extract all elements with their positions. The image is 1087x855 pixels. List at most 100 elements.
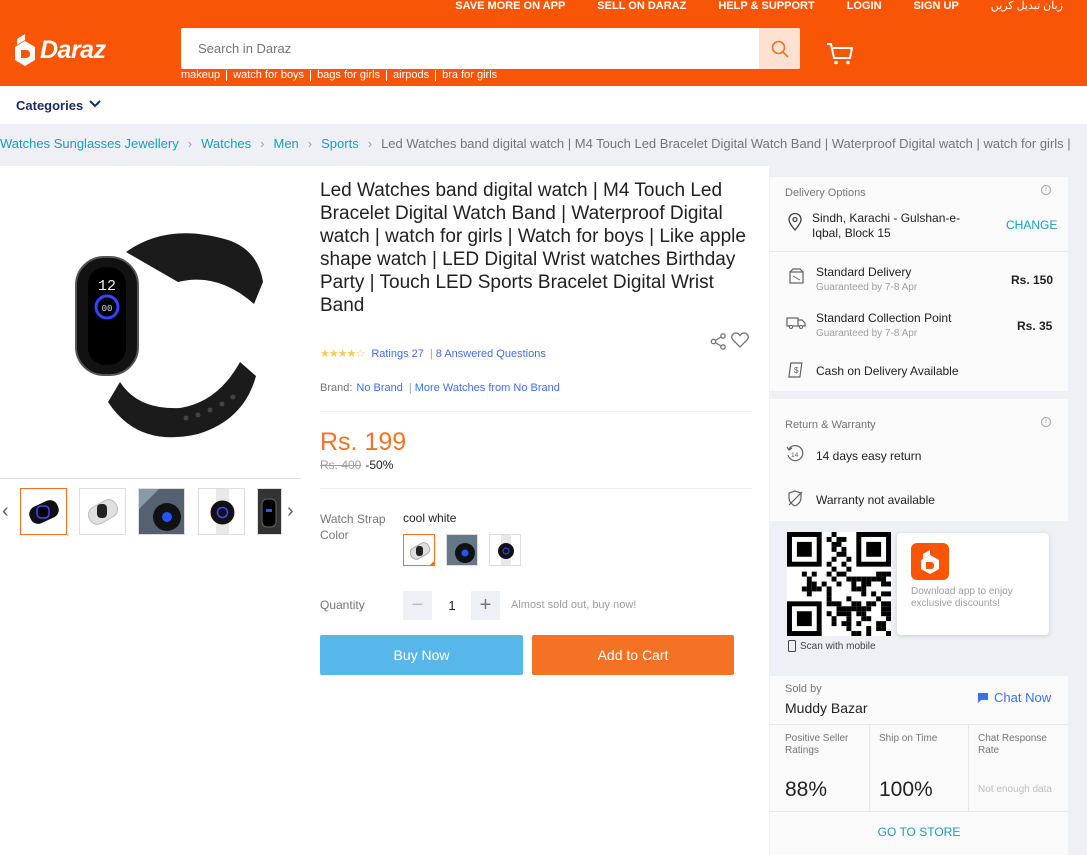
sold-by-label: Sold by — [785, 683, 822, 695]
collection-point-icon — [786, 317, 806, 329]
keyword-link[interactable]: watch for boys — [226, 70, 310, 81]
keyword-link[interactable]: bags for girls — [310, 70, 386, 81]
brand-label: Brand: — [320, 382, 353, 394]
metric-label: Chat Response Rate — [978, 733, 1047, 756]
keyword-link[interactable]: makeup — [181, 70, 226, 81]
ship-on-time-value: 100% — [879, 778, 933, 801]
chevron-right-icon: › — [187, 136, 193, 151]
delivery-option-eta: Guaranteed by 7-8 Apr — [816, 328, 918, 339]
search-bar — [181, 28, 800, 69]
share-icon[interactable] — [710, 333, 727, 350]
location-pin-icon — [788, 213, 802, 231]
app-promo-card[interactable]: Download app to enjoy exclusive discount… — [897, 533, 1049, 635]
signup-link[interactable]: SIGN UP — [898, 0, 975, 14]
categories-dropdown[interactable]: Categories — [16, 98, 83, 113]
search-input[interactable] — [181, 28, 759, 69]
cart-icon[interactable] — [826, 42, 854, 66]
divider — [770, 724, 1068, 725]
go-to-store-link[interactable]: GO TO STORE — [770, 825, 1068, 839]
svg-text:14: 14 — [791, 452, 799, 459]
chat-icon[interactable] — [977, 692, 989, 704]
delivery-option-eta: Guaranteed by 7-8 Apr — [816, 282, 918, 293]
cod-text: Cash on Delivery Available — [816, 364, 959, 378]
daraz-app-icon — [911, 543, 949, 580]
cash-on-delivery-icon: $ — [788, 362, 803, 378]
top-links: SAVE MORE ON APP SELL ON DARAZ HELP & SU… — [439, 0, 1087, 14]
mobile-phone-icon — [788, 640, 796, 652]
keyword-link[interactable]: bra for girls — [435, 70, 503, 81]
breadcrumb-link[interactable]: Watches Sunglasses Jewellery — [0, 136, 179, 151]
positive-seller-ratings-value: 88% — [785, 778, 828, 801]
breadcrumb-link[interactable]: Watches — [201, 136, 251, 151]
color-swatch[interactable] — [403, 534, 435, 566]
save-more-on-app-link[interactable]: SAVE MORE ON APP — [439, 0, 581, 14]
scan-with-mobile: Scan with mobile — [788, 640, 876, 652]
buy-now-button[interactable]: Buy Now — [320, 635, 523, 675]
app-promo-text: Download app to enjoy exclusive discount… — [911, 586, 1013, 609]
chevron-right-icon: › — [307, 136, 313, 151]
price: Rs. 199 — [320, 428, 407, 456]
chat-now-button[interactable]: Chat Now — [994, 690, 1051, 705]
more-from-brand-link[interactable]: More Watches from No Brand — [415, 382, 560, 394]
thumbnail-image[interactable] — [79, 488, 126, 535]
brand-link[interactable]: No Brand — [356, 382, 402, 394]
color-swatch[interactable] — [446, 534, 478, 566]
delivery-option-name: Standard Delivery — [816, 265, 912, 279]
divider — [770, 251, 1068, 252]
answered-questions-link[interactable]: 8 Answered Questions — [436, 348, 546, 360]
help-support-link[interactable]: HELP & SUPPORT — [702, 0, 830, 14]
language-switch-link[interactable]: زبان تبدیل کریں — [975, 0, 1087, 14]
image-divider — [0, 478, 301, 479]
thumbnail-image[interactable] — [20, 488, 67, 535]
thumbnail-image[interactable] — [138, 488, 185, 535]
change-address-link[interactable]: CHANGE — [1006, 218, 1057, 232]
add-to-cart-button[interactable]: Add to Cart — [532, 635, 734, 675]
sell-on-daraz-link[interactable]: SELL ON DARAZ — [581, 0, 702, 14]
daraz-logo[interactable]: Daraz — [14, 34, 106, 66]
quantity-value[interactable]: 1 — [440, 598, 464, 613]
divider: | — [429, 347, 433, 360]
thumb-next-icon[interactable]: › — [287, 500, 294, 523]
thumbnail-image[interactable] — [198, 488, 245, 535]
color-swatch[interactable] — [489, 534, 521, 566]
keyword-link[interactable]: airpods — [386, 70, 435, 81]
search-keywords: makeup watch for boys bags for girls air… — [181, 70, 503, 81]
color-label: Watch Strap Color — [320, 512, 386, 542]
breadcrumb-link[interactable]: Men — [274, 136, 299, 151]
seller-name[interactable]: Muddy Bazar — [785, 700, 867, 716]
no-warranty-icon — [788, 490, 803, 507]
return-14-days-icon: 14 — [786, 445, 804, 462]
product-title: Led Watches band digital watch | M4 Touc… — [320, 180, 746, 316]
old-price-row: Rs. 400 -50% — [320, 458, 393, 472]
quantity-label: Quantity — [320, 598, 365, 612]
warranty-title: Return & Warranty — [785, 419, 876, 431]
search-button[interactable] — [759, 28, 800, 69]
breadcrumb: Watches Sunglasses Jewellery › Watches › M… — [0, 136, 1071, 151]
product-rating: ★★★★☆ Ratings 27 | 8 Answered Questions — [320, 347, 546, 361]
divider — [869, 725, 870, 811]
search-icon — [771, 40, 789, 58]
wishlist-heart-icon[interactable] — [731, 332, 749, 348]
delivery-option-price: Rs. 35 — [1017, 319, 1053, 333]
product-main-image[interactable]: 12 00 — [68, 212, 268, 456]
stock-note: Almost sold out, buy now! — [511, 599, 637, 611]
quantity-increase-button[interactable]: + — [471, 591, 500, 620]
divider — [320, 488, 752, 489]
old-price: Rs. 400 — [320, 458, 362, 472]
qr-code-image — [787, 532, 891, 636]
delivery-option-name: Standard Collection Point — [816, 311, 952, 325]
login-link[interactable]: LOGIN — [831, 0, 898, 14]
metric-label: Ship on Time — [879, 733, 938, 744]
svg-text:$: $ — [794, 366, 799, 375]
metric-label: Positive Seller Ratings — [785, 733, 849, 756]
delivery-title: Delivery Options — [785, 187, 866, 199]
info-icon[interactable]: i — [1041, 417, 1051, 427]
quantity-decrease-button[interactable]: − — [403, 591, 432, 620]
chevron-down-icon[interactable] — [89, 100, 101, 108]
ratings-link[interactable]: Ratings 27 — [371, 348, 424, 360]
info-icon[interactable]: i — [1041, 185, 1051, 195]
warranty-text: Warranty not available — [816, 493, 935, 507]
breadcrumb-link[interactable]: Sports — [321, 136, 359, 151]
thumb-prev-icon[interactable]: ‹ — [2, 500, 9, 523]
thumbnail-image[interactable] — [257, 488, 282, 535]
